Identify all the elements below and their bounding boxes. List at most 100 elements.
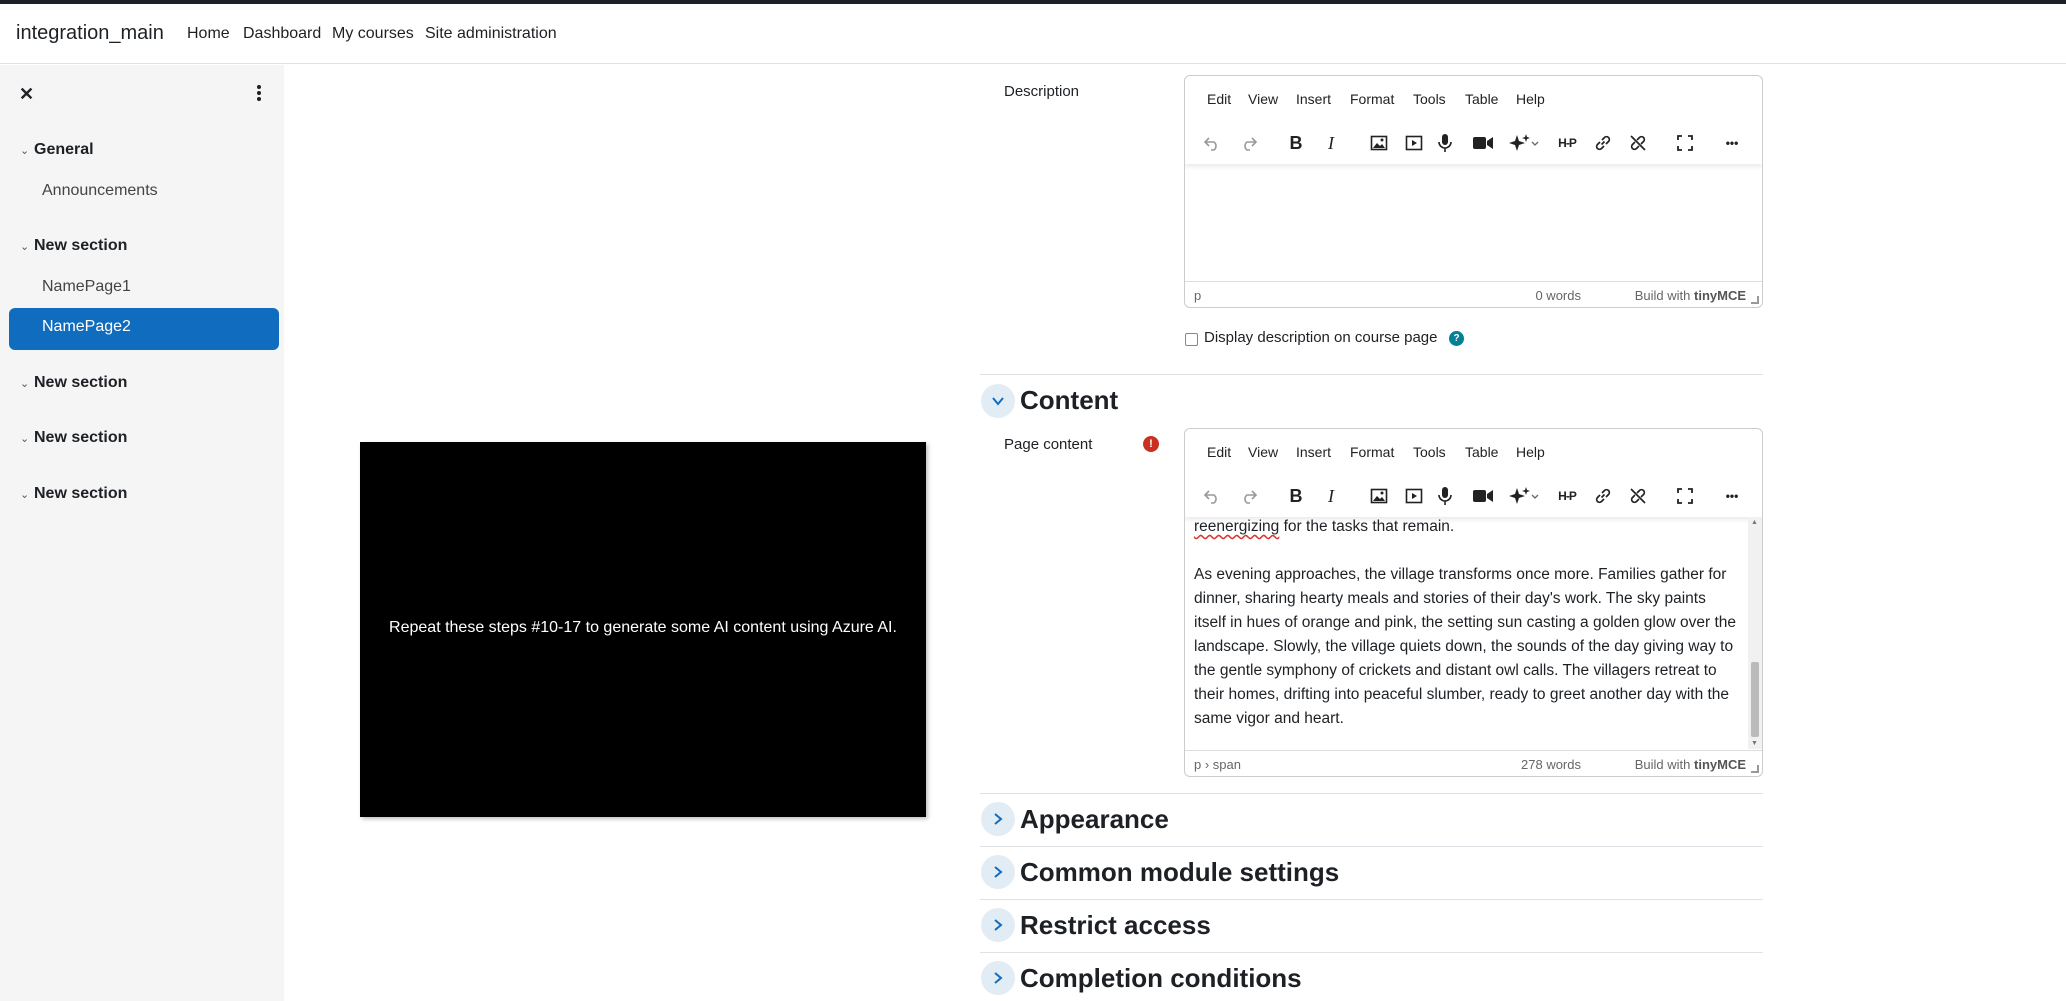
link-icon[interactable] [1590, 130, 1616, 156]
image-icon[interactable] [1366, 130, 1392, 156]
video-caption: Repeat these steps #10-17 to generate so… [389, 619, 897, 636]
section-new-2[interactable]: ⌄ New section [20, 374, 127, 392]
fullscreen-icon[interactable] [1672, 483, 1698, 509]
resize-handle[interactable] [1751, 296, 1759, 304]
section-divider [980, 846, 1763, 847]
more-vertical-icon[interactable] [254, 83, 264, 103]
display-description-checkbox[interactable] [1185, 333, 1198, 346]
editor-scrollbar[interactable]: ▲ ▼ [1748, 517, 1762, 749]
word-count[interactable]: 278 words [1521, 757, 1581, 772]
section-divider [980, 899, 1763, 900]
section-item-namepage1[interactable]: NamePage1 [42, 278, 131, 296]
nav-my-courses[interactable]: My courses [332, 25, 414, 43]
section-title-content[interactable]: Content [1020, 385, 1118, 416]
chevron-right-icon[interactable] [981, 908, 1015, 942]
nav-dashboard[interactable]: Dashboard [243, 25, 321, 43]
element-path: p [1194, 288, 1202, 303]
undo-icon[interactable] [1199, 483, 1225, 509]
section-title-common-module-settings[interactable]: Common module settings [1020, 857, 1339, 888]
section-divider [980, 793, 1763, 794]
menu-tools[interactable]: Tools [1413, 91, 1446, 107]
italic-icon[interactable]: I [1318, 130, 1344, 156]
image-icon[interactable] [1366, 483, 1392, 509]
chevron-down-icon: ⌄ [20, 241, 30, 253]
chevron-right-icon[interactable] [981, 802, 1015, 836]
microphone-icon[interactable] [1432, 130, 1458, 156]
menu-table[interactable]: Table [1465, 444, 1498, 460]
nav-site-administration[interactable]: Site administration [425, 25, 557, 43]
site-name[interactable]: integration_main [16, 22, 164, 45]
course-index-drawer: ✕ ⌄ General Announcements ⌄ New section Na… [0, 65, 284, 1001]
section-title-restrict-access[interactable]: Restrict access [1020, 910, 1211, 941]
misspelled-word[interactable]: reenergizing [1194, 518, 1279, 535]
editor-statusbar: p › span 278 words Build with tinyMCE [1185, 750, 1762, 776]
scrollbar-thumb[interactable] [1751, 662, 1759, 737]
more-icon[interactable]: ••• [1719, 483, 1745, 509]
menu-format[interactable]: Format [1350, 444, 1394, 460]
video-camera-icon[interactable] [1470, 483, 1496, 509]
section-item-announcements[interactable]: Announcements [42, 182, 158, 200]
menu-help[interactable]: Help [1516, 444, 1545, 460]
menu-insert[interactable]: Insert [1296, 91, 1331, 107]
unlink-icon[interactable] [1625, 483, 1651, 509]
menu-view[interactable]: View [1248, 444, 1278, 460]
scroll-down-icon[interactable]: ▼ [1751, 740, 1758, 747]
description-editor: Edit View Insert Format Tools Table Help… [1184, 75, 1763, 308]
ai-sparkle-icon[interactable] [1507, 130, 1541, 156]
bold-icon[interactable]: B [1283, 483, 1309, 509]
unlink-icon[interactable] [1625, 130, 1651, 156]
page-content-text-area[interactable]: reenergizing for the tasks that remain. … [1185, 517, 1762, 749]
resize-handle[interactable] [1751, 765, 1759, 773]
tutorial-video-overlay[interactable]: Repeat these steps #10-17 to generate so… [360, 442, 926, 817]
section-new-1[interactable]: ⌄ New section [20, 237, 127, 255]
menu-insert[interactable]: Insert [1296, 444, 1331, 460]
menu-edit[interactable]: Edit [1207, 444, 1231, 460]
navbar: integration_main Home Dashboard My cours… [0, 4, 2066, 64]
more-icon[interactable]: ••• [1719, 130, 1745, 156]
chevron-right-icon[interactable] [981, 961, 1015, 995]
redo-icon[interactable] [1236, 483, 1262, 509]
menu-tools[interactable]: Tools [1413, 444, 1446, 460]
nav-home[interactable]: Home [187, 25, 230, 43]
ai-sparkle-icon[interactable] [1507, 483, 1541, 509]
chevron-down-icon: ⌄ [20, 378, 30, 390]
h5p-icon[interactable]: H-P [1552, 130, 1582, 156]
menu-format[interactable]: Format [1350, 91, 1394, 107]
menu-help[interactable]: Help [1516, 91, 1545, 107]
description-text-area[interactable] [1185, 164, 1762, 282]
undo-icon[interactable] [1199, 130, 1225, 156]
bold-icon[interactable]: B [1283, 130, 1309, 156]
microphone-icon[interactable] [1432, 483, 1458, 509]
editor-menubar: Edit View Insert Format Tools Table Help [1185, 76, 1762, 120]
redo-icon[interactable] [1236, 130, 1262, 156]
tinymce-branding[interactable]: Build with tinyMCE [1635, 757, 1746, 772]
section-title-completion-conditions[interactable]: Completion conditions [1020, 963, 1302, 994]
page-content-label: Page content [1004, 436, 1093, 453]
chevron-right-icon[interactable] [981, 855, 1015, 889]
section-general[interactable]: ⌄ General [20, 141, 94, 159]
editor-toolbar: B I H-P ••• [1185, 473, 1762, 517]
word-count[interactable]: 0 words [1535, 288, 1581, 303]
video-camera-icon[interactable] [1470, 130, 1496, 156]
tinymce-branding[interactable]: Build with tinyMCE [1635, 288, 1746, 303]
editor-statusbar: p 0 words Build with tinyMCE [1185, 281, 1762, 307]
menu-view[interactable]: View [1248, 91, 1278, 107]
media-icon[interactable] [1401, 130, 1427, 156]
menu-edit[interactable]: Edit [1207, 91, 1231, 107]
section-title-appearance[interactable]: Appearance [1020, 804, 1169, 835]
italic-icon[interactable]: I [1318, 483, 1344, 509]
required-icon: ! [1143, 436, 1159, 452]
scroll-up-icon[interactable]: ▲ [1751, 519, 1758, 526]
menu-table[interactable]: Table [1465, 91, 1498, 107]
link-icon[interactable] [1590, 483, 1616, 509]
section-new-3[interactable]: ⌄ New section [20, 429, 127, 447]
fullscreen-icon[interactable] [1672, 130, 1698, 156]
section-divider [980, 374, 1763, 375]
h5p-icon[interactable]: H-P [1552, 483, 1582, 509]
section-new-4[interactable]: ⌄ New section [20, 485, 127, 503]
help-icon[interactable]: ? [1449, 331, 1464, 346]
section-item-namepage2-active[interactable]: NamePage2 [9, 308, 279, 350]
close-icon[interactable]: ✕ [19, 84, 34, 105]
media-icon[interactable] [1401, 483, 1427, 509]
chevron-down-icon[interactable] [981, 384, 1015, 418]
